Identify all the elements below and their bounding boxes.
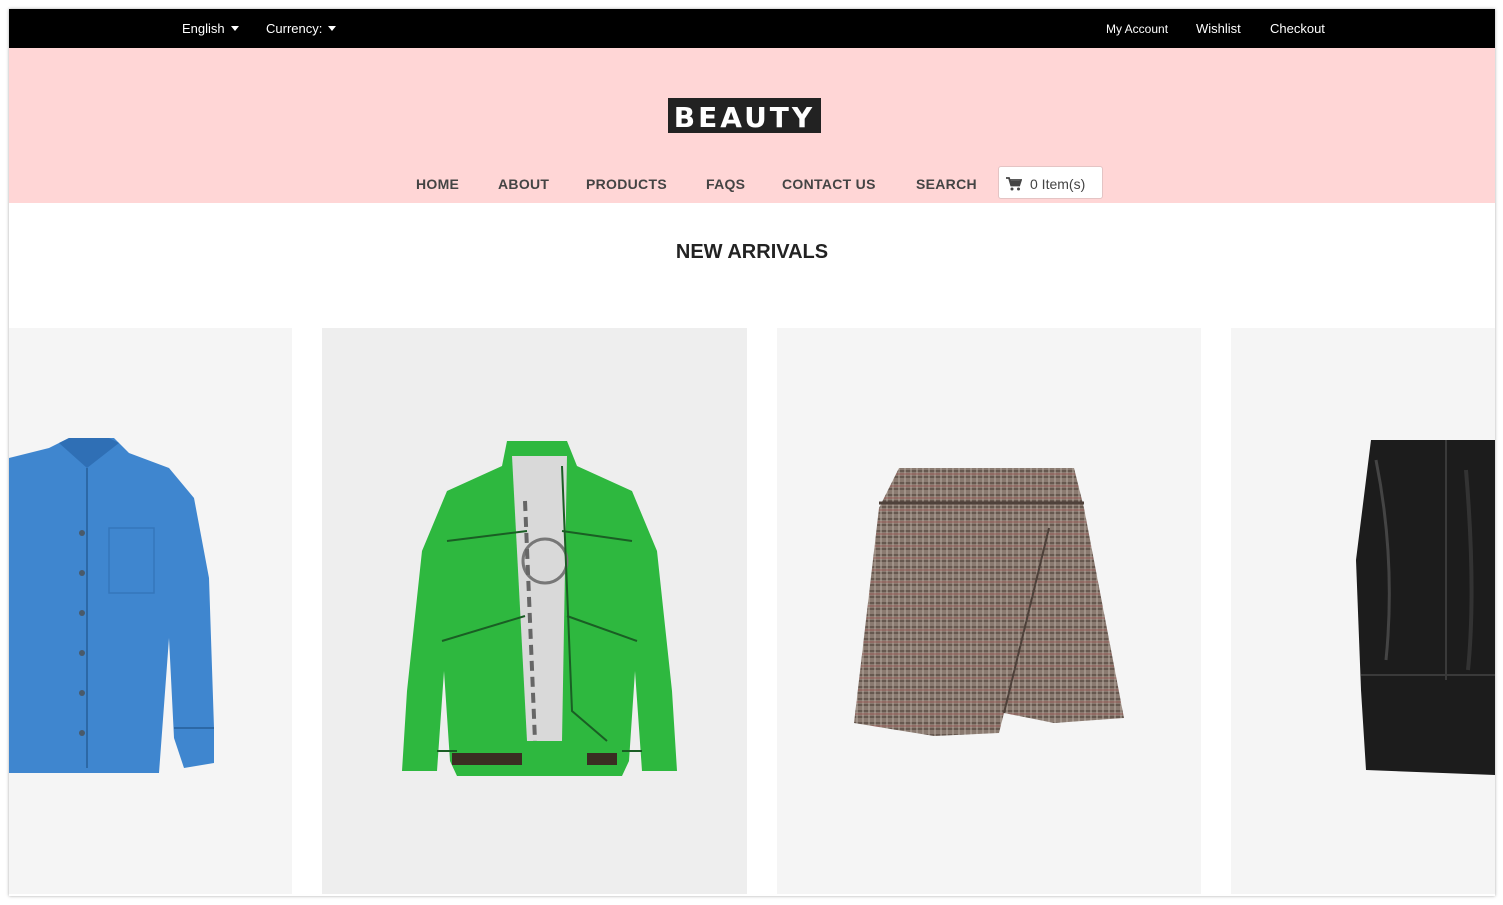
page-frame: English Currency: My Account Wishlist Ch… (9, 9, 1495, 896)
my-account-link[interactable]: My Account (1106, 22, 1168, 36)
wishlist-link[interactable]: Wishlist (1196, 21, 1241, 36)
nav-search[interactable]: SEARCH (916, 176, 977, 192)
caret-down-icon (328, 26, 337, 31)
language-label: English (182, 21, 225, 36)
site-logo[interactable]: BEAUTY (668, 98, 821, 134)
cart-count-label: 0 Item(s) (1030, 176, 1086, 192)
product-card-leather-skirt[interactable] (1231, 328, 1495, 894)
checkout-link[interactable]: Checkout (1270, 21, 1325, 36)
nav-faqs[interactable]: FAQS (706, 176, 745, 192)
site-header: BEAUTY HOME ABOUT PRODUCTS FAQS CONTACT … (9, 48, 1495, 203)
product-card-green-jacket[interactable] (322, 328, 747, 894)
nav-contact-us[interactable]: CONTACT US (782, 176, 876, 192)
language-selector[interactable]: English (182, 21, 239, 36)
black-leather-skirt-image (1356, 440, 1495, 775)
product-card-plaid-skirt[interactable] (777, 328, 1201, 894)
section-title: NEW ARRIVALS (675, 241, 829, 263)
blue-dress-shirt-image (9, 438, 214, 773)
currency-selector[interactable]: Currency: (266, 21, 337, 36)
nav-home[interactable]: HOME (416, 176, 459, 192)
plaid-mini-skirt-image (854, 468, 1124, 736)
top-utility-bar: English Currency: My Account Wishlist Ch… (9, 9, 1495, 48)
nav-about[interactable]: ABOUT (498, 176, 549, 192)
currency-label: Currency: (266, 21, 323, 36)
green-zip-jacket-image (402, 441, 677, 776)
product-card-blue-shirt[interactable] (9, 328, 292, 894)
cart-button[interactable]: 0 Item(s) (998, 166, 1103, 199)
shopping-cart-icon (1006, 177, 1022, 191)
nav-products[interactable]: PRODUCTS (586, 176, 667, 192)
caret-down-icon (230, 26, 239, 31)
